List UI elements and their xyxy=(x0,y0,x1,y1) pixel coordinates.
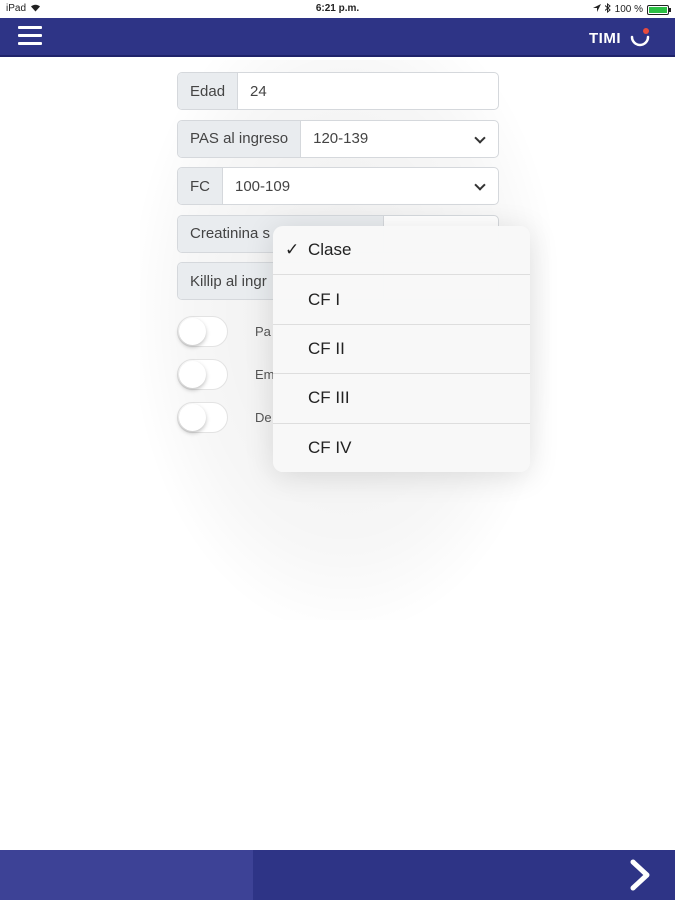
switch-label: Em xyxy=(255,366,275,382)
toggle-switch[interactable] xyxy=(177,401,228,433)
status-time: 6:21 p.m. xyxy=(315,3,360,14)
edad-input[interactable]: 24 xyxy=(238,73,498,109)
fc-label: FC xyxy=(178,168,223,204)
status-bar: iPad 6:21 p.m. 100 % xyxy=(0,0,675,18)
toggle-switch[interactable] xyxy=(177,358,228,390)
app-title: TIMI xyxy=(589,29,621,47)
dropdown-option-cf4[interactable]: CF IV xyxy=(273,424,530,472)
smile-logo-icon xyxy=(629,27,651,49)
checkmark-icon: ✓ xyxy=(285,240,300,260)
battery-percent: 100 % xyxy=(614,4,643,15)
switch-label: Pa xyxy=(255,323,271,339)
chevron-down-icon xyxy=(474,179,486,191)
bottom-bar xyxy=(0,850,675,900)
dropdown-option-cf3[interactable]: CF III xyxy=(273,374,530,424)
brand: TIMI xyxy=(589,27,651,49)
dropdown-option-cf1[interactable]: CF I xyxy=(273,275,530,325)
status-right: 100 % xyxy=(592,2,671,16)
nav-bar: TIMI xyxy=(0,18,675,57)
bluetooth-icon xyxy=(604,2,611,16)
fc-value: 100-109 xyxy=(235,177,291,195)
dropdown-option-cf2[interactable]: CF II xyxy=(273,325,530,375)
location-icon xyxy=(592,3,601,16)
hamburger-menu-icon[interactable] xyxy=(18,26,42,46)
chevron-down-icon xyxy=(474,131,486,144)
pas-label: PAS al ingreso xyxy=(178,120,302,157)
fc-row: FC 100-109 xyxy=(177,167,499,205)
battery-icon xyxy=(647,4,671,15)
pas-row: PAS al ingreso 120-139 xyxy=(177,119,499,158)
toggle-switch[interactable] xyxy=(177,315,228,347)
edad-row: Edad 24 xyxy=(177,72,499,110)
pas-value: 120-139 xyxy=(313,130,369,147)
killip-dropdown: ✓ Clase CF I CF II CF III CF IV xyxy=(273,226,530,472)
pas-select[interactable]: 120-139 xyxy=(301,121,498,157)
fc-select[interactable]: 100-109 xyxy=(223,168,498,204)
edad-label: Edad xyxy=(178,73,239,109)
dropdown-option-clase[interactable]: ✓ Clase xyxy=(273,226,530,276)
switch-label: De xyxy=(255,409,272,425)
progress-segment xyxy=(0,850,253,900)
chevron-right-icon[interactable] xyxy=(625,859,655,891)
